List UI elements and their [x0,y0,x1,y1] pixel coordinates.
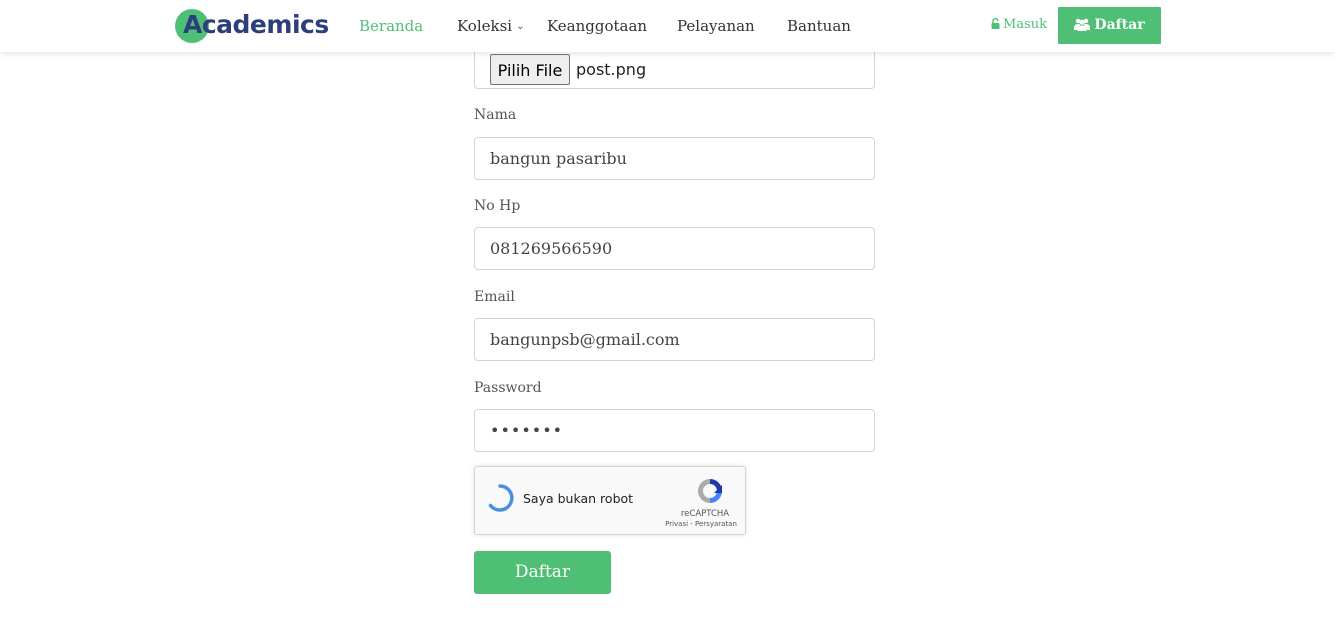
top-navbar: Academics Beranda Koleksi ⌄ Keanggotaan P… [0,0,1335,52]
nav-keanggotaan[interactable]: Keanggotaan [547,0,647,52]
nav-bantuan[interactable]: Bantuan [787,0,851,52]
nav-beranda[interactable]: Beranda [359,0,423,52]
nav-pelayanan[interactable]: Pelayanan [677,0,755,52]
users-icon [1074,18,1091,31]
recaptcha-label: Saya bukan robot [523,491,634,506]
spinner-icon[interactable] [485,483,515,513]
submit-register-button[interactable]: Daftar [474,551,611,594]
recaptcha-brand: reCAPTCHA [680,509,730,519]
password-input[interactable] [474,409,875,452]
register-button[interactable]: Daftar [1058,7,1161,44]
no-hp-label: No Hp [474,198,521,214]
email-label: Email [474,289,515,305]
nav-koleksi-label: Koleksi [457,17,513,35]
nama-input[interactable] [474,137,875,180]
recaptcha-logo-icon [698,479,722,503]
no-hp-input[interactable] [474,227,875,270]
choose-file-button[interactable]: Pilih File [490,54,570,85]
file-name: post.png [576,60,647,79]
site-logo[interactable]: Academics [175,8,329,44]
register-label: Daftar [1094,17,1145,33]
login-link[interactable]: Masuk [991,0,1047,50]
password-label: Password [474,380,542,396]
lock-icon [991,18,1000,29]
recaptcha-links[interactable]: Privasi - Persyaratan [661,520,741,528]
recaptcha-widget: Saya bukan robot reCAPTCHA Privasi - Per… [474,466,746,535]
nama-label: Nama [474,107,517,123]
login-label: Masuk [1003,17,1047,32]
nav-koleksi[interactable]: Koleksi ⌄ [457,0,524,52]
chevron-down-icon: ⌄ [516,21,525,32]
logo-text: Academics [183,10,329,39]
email-input[interactable] [474,318,875,361]
